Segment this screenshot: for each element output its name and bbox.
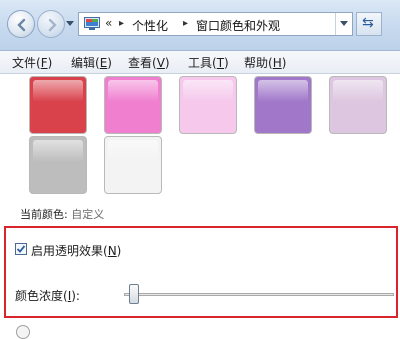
menu-help[interactable]: 帮助(H) (244, 54, 286, 71)
intensity-label: 颜色浓度(I): (15, 287, 80, 304)
menu-tools-label: 工具( (188, 56, 217, 70)
highlight-box (4, 226, 398, 318)
menu-view-end: ) (164, 56, 170, 70)
menu-file-end: ) (47, 56, 53, 70)
swatch-purple[interactable] (254, 76, 312, 134)
breadcrumb-window-color[interactable]: 窗口颜色和外观 (196, 17, 280, 34)
intensity-label-text: 颜色浓度( (15, 289, 68, 303)
swatch-pink[interactable] (104, 76, 162, 134)
recent-pages-dropdown-icon[interactable] (66, 19, 74, 27)
current-color-text: 当前颜色: 自定义 (20, 206, 104, 222)
current-color-value: 自定义 (71, 208, 105, 221)
menu-edit-label: 编辑( (71, 56, 100, 70)
transparency-checkbox[interactable] (15, 243, 27, 255)
menu-edit-end: ) (107, 56, 112, 70)
breadcrumb-separator[interactable]: ▸ (119, 18, 124, 29)
current-color-label: 当前颜色: (20, 208, 68, 221)
breadcrumb-separator[interactable]: ▸ (183, 18, 188, 29)
menu-view-label: 查看( (128, 56, 157, 70)
back-button[interactable] (7, 10, 35, 38)
intensity-end: ): (71, 289, 80, 303)
transparency-label-text: 启用透明效果( (31, 244, 108, 258)
menu-help-key: H (272, 56, 282, 70)
swatch-red[interactable] (29, 76, 87, 134)
intensity-slider-thumb[interactable] (129, 284, 139, 304)
menu-tools[interactable]: 工具(T) (188, 54, 229, 71)
partial-radio-button[interactable] (16, 325, 30, 339)
menu-help-label: 帮助( (244, 56, 273, 70)
menu-help-end: ) (281, 56, 287, 70)
back-arrow-icon (17, 18, 26, 32)
refresh-button[interactable]: ⇆ (356, 12, 382, 36)
swatch-white[interactable] (104, 136, 162, 194)
forward-button[interactable] (37, 10, 65, 38)
transparency-end: ) (116, 244, 122, 258)
address-bar[interactable]: « ▸ 个性化 ▸ 窗口颜色和外观 (78, 12, 353, 36)
menu-tools-key: T (216, 56, 225, 70)
refresh-icon: ⇆ (362, 15, 374, 31)
menu-file-key: F (40, 56, 48, 70)
breadcrumb-personalization[interactable]: 个性化 (132, 17, 168, 34)
swatch-lavender[interactable] (329, 76, 387, 134)
menu-view-key: V (156, 56, 165, 70)
menu-file[interactable]: 文件(F) (12, 54, 52, 71)
navigation-bar: « ▸ 个性化 ▸ 窗口颜色和外观 ⇆ (0, 0, 400, 51)
chevron-down-icon (340, 21, 348, 26)
menu-tools-end: ) (224, 56, 229, 70)
transparency-key: N (107, 244, 117, 258)
transparency-label[interactable]: 启用透明效果(N) (31, 242, 121, 259)
address-dropdown-button[interactable] (335, 13, 352, 35)
intensity-slider-track[interactable] (124, 293, 394, 296)
control-panel-icon (84, 17, 100, 30)
checkmark-icon (16, 245, 26, 253)
overflow-chevron[interactable]: « (105, 16, 112, 30)
menu-view[interactable]: 查看(V) (128, 54, 170, 71)
forward-arrow-icon (48, 18, 57, 32)
menu-edit[interactable]: 编辑(E) (71, 54, 112, 71)
menu-bar: 文件(F) 编辑(E) 查看(V) 工具(T) 帮助(H) (0, 51, 400, 74)
swatch-gray[interactable] (29, 136, 87, 194)
menu-file-label: 文件( (12, 56, 41, 70)
swatch-light-pink[interactable] (179, 76, 237, 134)
